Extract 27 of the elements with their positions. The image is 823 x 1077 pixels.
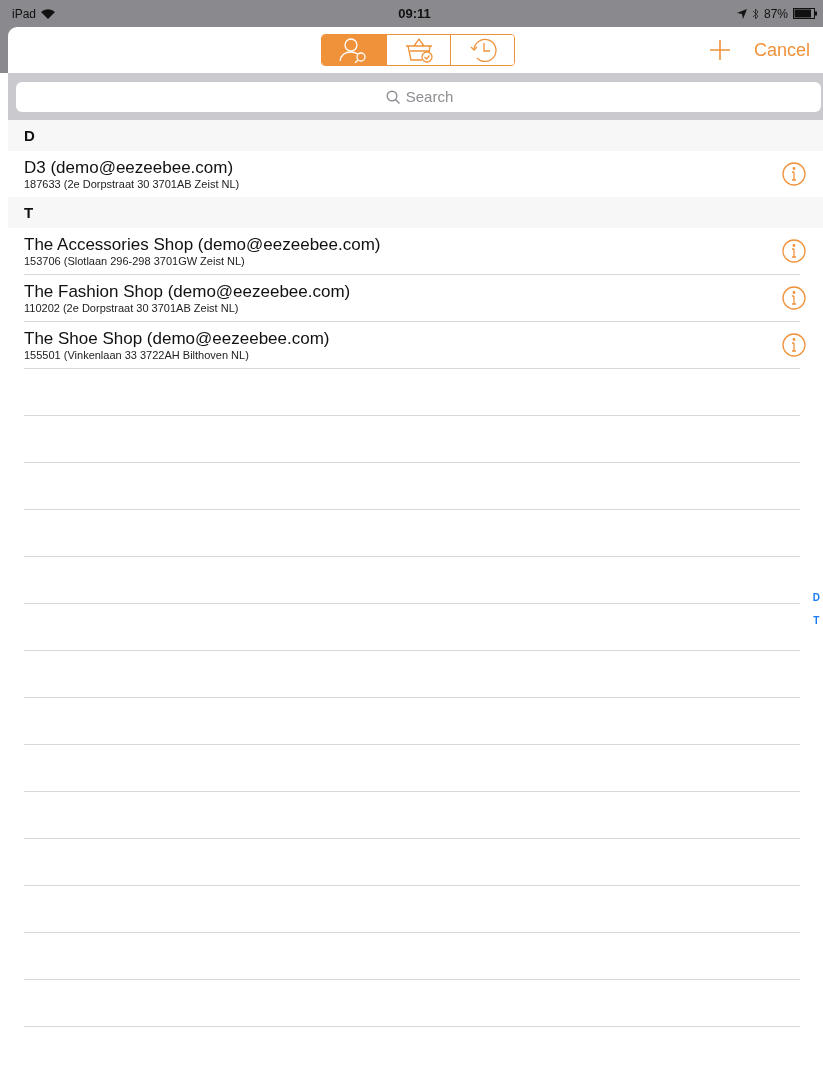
status-time: 09:11 bbox=[398, 6, 431, 21]
location-arrow-icon bbox=[736, 8, 747, 19]
customer-name[interactable]: The Shoe Shop (demo@eezeebee.com) bbox=[24, 328, 782, 349]
customer-name[interactable]: The Fashion Shop (demo@eezeebee.com) bbox=[24, 281, 782, 302]
customer-address: 110202 (2e Dorpstraat 30 3701AB Zeist NL) bbox=[24, 301, 240, 315]
carrier-label: iPad bbox=[12, 6, 37, 21]
customer-name[interactable]: D3 (demo@eezeebee.com) bbox=[24, 157, 782, 178]
wifi-icon bbox=[41, 8, 56, 19]
index-letter[interactable]: T bbox=[813, 615, 820, 626]
customer-address: 155501 (Vinkenlaan 33 3722AH Bilthoven NL) bbox=[24, 348, 250, 362]
customer-address: 187633 (2e Dorpstraat 30 3701AB Zeist NL) bbox=[24, 177, 241, 191]
section-header: D bbox=[24, 127, 35, 144]
info-icon[interactable] bbox=[782, 333, 806, 357]
search-field[interactable]: Search bbox=[16, 81, 821, 112]
customer-name[interactable]: The Accessories Shop (demo@eezeebee.com) bbox=[24, 234, 782, 255]
battery-percent: 87% bbox=[763, 6, 788, 21]
info-icon[interactable] bbox=[782, 162, 806, 186]
info-icon[interactable] bbox=[782, 239, 806, 263]
plus-icon[interactable] bbox=[709, 40, 730, 60]
info-icon[interactable] bbox=[782, 286, 806, 310]
section-header: T bbox=[24, 204, 34, 221]
segment-tab[interactable] bbox=[322, 35, 386, 65]
segment-tab[interactable] bbox=[450, 35, 514, 65]
index-letter[interactable]: D bbox=[812, 592, 820, 603]
customer-address: 153706 (Slotlaan 296-298 3701GW Zeist NL) bbox=[24, 254, 246, 268]
bluetooth-icon bbox=[751, 7, 759, 20]
battery-icon bbox=[793, 8, 817, 19]
